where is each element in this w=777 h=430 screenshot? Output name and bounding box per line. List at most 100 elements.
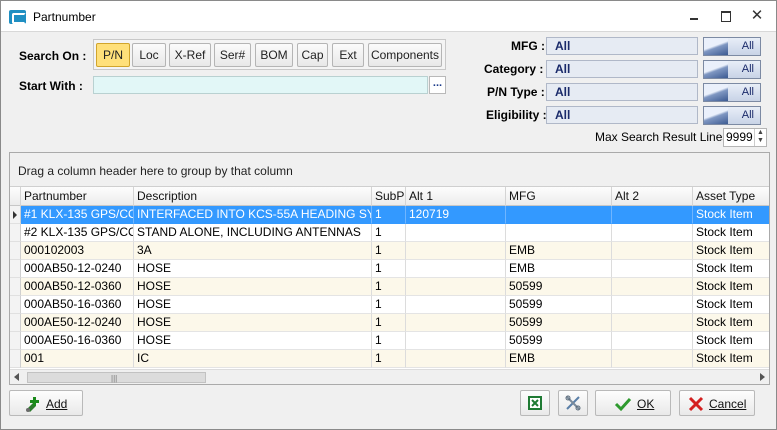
table-row[interactable]: #1 KLX-135 GPS/COM INTERFACED INTO KCS-5… bbox=[10, 206, 769, 224]
column-header-alt2[interactable]: Alt 2 bbox=[612, 187, 693, 206]
table-row[interactable]: 001 IC 1 EMB Stock Item bbox=[10, 350, 769, 368]
cell-asset-type: Stock Item bbox=[693, 350, 769, 368]
table-row[interactable]: #2 KLX-135 GPS/COM STAND ALONE, INCLUDIN… bbox=[10, 224, 769, 242]
cell-partnumber: #2 KLX-135 GPS/COM bbox=[21, 224, 134, 242]
table-row[interactable]: 000AB50-16-0360 HOSE 1 50599 Stock Item bbox=[10, 296, 769, 314]
column-header-description[interactable]: Description bbox=[134, 187, 372, 206]
excel-export-button[interactable] bbox=[520, 390, 550, 416]
eligibility-all-button[interactable]: All bbox=[703, 106, 761, 125]
ok-button-label: OK bbox=[637, 397, 655, 411]
cell-subp: 1 bbox=[372, 224, 406, 242]
table-row[interactable]: 000102003 3A 1 EMB Stock Item bbox=[10, 242, 769, 260]
eligibility-field[interactable]: All bbox=[546, 106, 698, 124]
grip-icon: ||| bbox=[111, 374, 118, 383]
cell-partnumber: 000AB50-12-0240 bbox=[21, 260, 134, 278]
cancel-button-label: Cancel bbox=[709, 397, 747, 411]
search-serial-button[interactable]: Ser# bbox=[214, 43, 251, 67]
cell-alt1 bbox=[406, 296, 506, 314]
search-bom-button[interactable]: BOM bbox=[255, 43, 293, 67]
search-pn-button[interactable]: P/N bbox=[96, 43, 130, 67]
category-label: Category : bbox=[484, 62, 544, 76]
cell-alt1: 120719 bbox=[406, 206, 506, 224]
tools-button[interactable] bbox=[558, 390, 588, 416]
scroll-thumb[interactable]: ||| bbox=[27, 372, 206, 383]
column-header-partnumber[interactable]: Partnumber bbox=[21, 187, 134, 206]
cell-alt2 bbox=[612, 260, 693, 278]
minimize-button[interactable] bbox=[686, 9, 702, 23]
cancel-button[interactable]: Cancel bbox=[679, 390, 755, 416]
cell-mfg: 50599 bbox=[506, 314, 612, 332]
cell-asset-type: Stock Item bbox=[693, 278, 769, 296]
scroll-right-icon[interactable] bbox=[760, 373, 765, 381]
cell-subp: 1 bbox=[372, 314, 406, 332]
column-header-subp[interactable]: SubP bbox=[372, 187, 406, 206]
cell-partnumber: 000AB50-16-0360 bbox=[21, 296, 134, 314]
scroll-left-icon[interactable] bbox=[14, 373, 19, 381]
row-indicator bbox=[10, 206, 21, 224]
pn-type-all-button[interactable]: All bbox=[703, 83, 761, 102]
mfg-label: MFG : bbox=[511, 39, 545, 53]
cell-description: HOSE bbox=[134, 278, 372, 296]
cell-alt2 bbox=[612, 350, 693, 368]
cell-mfg: 50599 bbox=[506, 332, 612, 350]
start-with-input[interactable] bbox=[93, 76, 428, 94]
excel-icon bbox=[527, 395, 543, 414]
cell-description: STAND ALONE, INCLUDING ANTENNAS bbox=[134, 224, 372, 242]
group-by-area[interactable]: Drag a column header here to group by th… bbox=[10, 153, 769, 187]
cell-partnumber: 001 bbox=[21, 350, 134, 368]
horizontal-scrollbar[interactable]: ||| bbox=[10, 369, 769, 384]
cell-mfg bbox=[506, 206, 612, 224]
footer-bar: Add OK Cancel bbox=[1, 386, 776, 429]
tools-icon bbox=[565, 395, 581, 414]
table-row[interactable]: 000AE50-12-0240 HOSE 1 50599 Stock Item bbox=[10, 314, 769, 332]
table-row[interactable]: 000AB50-12-0360 HOSE 1 50599 Stock Item bbox=[10, 278, 769, 296]
cell-asset-type: Stock Item bbox=[693, 206, 769, 224]
row-indicator bbox=[10, 224, 21, 242]
search-ext-button[interactable]: Ext bbox=[332, 43, 364, 67]
search-loc-button[interactable]: Loc bbox=[132, 43, 166, 67]
search-xref-button[interactable]: X-Ref bbox=[169, 43, 211, 67]
search-on-buttons: P/N Loc X-Ref Ser# BOM Cap Ext Component… bbox=[93, 39, 446, 70]
column-header-mfg[interactable]: MFG bbox=[506, 187, 612, 206]
column-header-alt1[interactable]: Alt 1 bbox=[406, 187, 506, 206]
table-row[interactable]: 000AE50-16-0360 HOSE 1 50599 Stock Item bbox=[10, 332, 769, 350]
cell-asset-type: Stock Item bbox=[693, 242, 769, 260]
eligibility-label: Eligibility : bbox=[486, 108, 547, 122]
search-components-button[interactable]: Components bbox=[368, 43, 442, 67]
search-on-label: Search On : bbox=[19, 49, 87, 63]
cell-description: HOSE bbox=[134, 296, 372, 314]
cell-asset-type: Stock Item bbox=[693, 332, 769, 350]
max-search-spinner[interactable]: ▲ ▼ bbox=[754, 129, 766, 146]
cell-alt1 bbox=[406, 242, 506, 260]
pn-type-field[interactable]: All bbox=[546, 83, 698, 101]
cell-asset-type: Stock Item bbox=[693, 296, 769, 314]
browse-button[interactable]: ... bbox=[429, 76, 446, 94]
cell-subp: 1 bbox=[372, 332, 406, 350]
grid-header: Partnumber Description SubP Alt 1 MFG Al… bbox=[10, 187, 769, 206]
cell-alt2 bbox=[612, 332, 693, 350]
category-field[interactable]: All bbox=[546, 60, 698, 78]
cell-alt2 bbox=[612, 296, 693, 314]
cell-alt2 bbox=[612, 224, 693, 242]
cell-subp: 1 bbox=[372, 260, 406, 278]
cell-partnumber: 000102003 bbox=[21, 242, 134, 260]
table-row[interactable]: 000AB50-12-0240 HOSE 1 EMB Stock Item bbox=[10, 260, 769, 278]
cell-subp: 1 bbox=[372, 242, 406, 260]
row-indicator bbox=[10, 296, 21, 314]
add-button[interactable]: Add bbox=[9, 390, 83, 416]
category-all-button[interactable]: All bbox=[703, 60, 761, 79]
maximize-button[interactable] bbox=[718, 9, 734, 23]
close-button[interactable]: ✕ bbox=[749, 8, 765, 23]
cell-asset-type: Stock Item bbox=[693, 260, 769, 278]
ok-button[interactable]: OK bbox=[595, 390, 671, 416]
cell-mfg: EMB bbox=[506, 242, 612, 260]
mfg-all-button[interactable]: All bbox=[703, 37, 761, 56]
row-indicator bbox=[10, 260, 21, 278]
cell-mfg: 50599 bbox=[506, 278, 612, 296]
cell-subp: 1 bbox=[372, 278, 406, 296]
search-cap-button[interactable]: Cap bbox=[297, 43, 328, 67]
mfg-field[interactable]: All bbox=[546, 37, 698, 55]
start-with-label: Start With : bbox=[19, 79, 83, 93]
max-search-input[interactable]: 9999 ▲ ▼ bbox=[723, 128, 767, 147]
column-header-asset-type[interactable]: Asset Type bbox=[693, 187, 769, 206]
